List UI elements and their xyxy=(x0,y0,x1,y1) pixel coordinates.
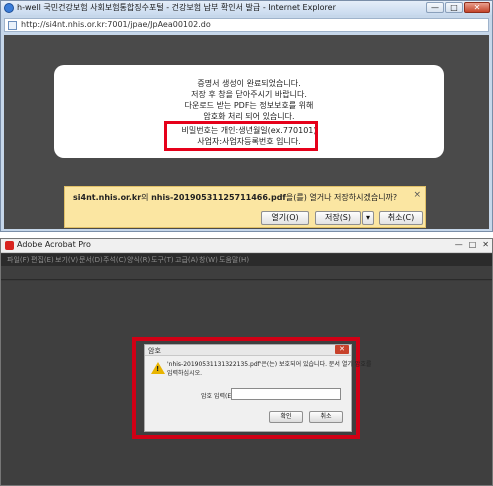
dialog-titlebar: 암호 ✕ xyxy=(145,345,351,356)
dialog-message-line: 'nhis-20190531131322135.pdf'은(는) 보호되어 있습… xyxy=(167,361,372,368)
ie-window-title: h-well 국민건강보험 사회보험통합징수포털 - 건강보험 납부 확인서 발… xyxy=(17,3,336,12)
password-dialog: 암호 ✕ ! 'nhis-20190531131322135.pdf'은(는) … xyxy=(144,344,372,432)
close-button[interactable]: ✕ xyxy=(482,240,489,249)
menu-bar: 파일(F) 편집(E) 보기(V) 문서(D) 주석(C) 양식(R) 도구(T… xyxy=(1,254,492,266)
download-host: si4nt.nhis.or.kr xyxy=(73,193,142,202)
menu-item-edit[interactable]: 편집(E) xyxy=(31,255,54,265)
menu-item-help[interactable]: 도움말(H) xyxy=(219,255,249,265)
menu-item-forms[interactable]: 양식(R) xyxy=(127,255,150,265)
address-url[interactable]: http://si4nt.nhis.or.kr:7001/jpae/JpAea0… xyxy=(21,20,211,29)
ie-logo-icon xyxy=(4,3,14,13)
message-line: 저장 후 창을 닫아주시기 바랍니다. xyxy=(191,90,307,99)
maximize-button[interactable]: □ xyxy=(469,240,477,249)
download-prompt: si4nt.nhis.or.kr의 nhis-20190531125711466… xyxy=(73,192,397,203)
menu-item-file[interactable]: 파일(F) xyxy=(7,255,29,265)
ie-page-content: 증명서 생성이 완료되었습니다. 저장 후 창을 닫아주시기 바랍니다. 다운로… xyxy=(4,35,489,229)
acrobat-window: Adobe Acrobat Pro — □ ✕ 파일(F) 편집(E) 보기(V… xyxy=(0,238,493,486)
password-input[interactable] xyxy=(231,388,341,400)
open-button[interactable]: 열기(O) xyxy=(261,211,309,225)
message-line: 다운로드 받는 PDF는 정보보호를 위해 xyxy=(184,101,314,110)
save-button[interactable]: 저장(S) xyxy=(315,211,361,225)
close-icon[interactable]: ✕ xyxy=(335,345,349,354)
dialog-message: 'nhis-20190531131322135.pdf'은(는) 보호되어 있습… xyxy=(167,360,372,378)
ie-window: h-well 국민건강보험 사회보험통합징수포털 - 건강보험 납부 확인서 발… xyxy=(0,0,493,232)
message-line: 증명서 생성이 완료되었습니다. xyxy=(197,79,301,88)
dialog-message-line: 입력하십시오. xyxy=(167,370,203,377)
ie-window-controls: — □ ✕ xyxy=(426,2,490,13)
download-connector: 의 xyxy=(141,193,152,202)
menu-item-window[interactable]: 창(W) xyxy=(199,255,218,265)
download-filename: nhis-20190531125711466.pdf xyxy=(151,193,286,202)
address-bar[interactable]: http://si4nt.nhis.or.kr:7001/jpae/JpAea0… xyxy=(4,18,489,32)
dialog-title: 암호 xyxy=(148,347,161,355)
warning-mark: ! xyxy=(156,365,160,373)
acrobat-window-title: Adobe Acrobat Pro xyxy=(17,240,91,249)
minimize-button[interactable]: — xyxy=(426,2,444,13)
minimize-button[interactable]: — xyxy=(455,240,463,249)
menu-item-comment[interactable]: 주석(C) xyxy=(103,255,126,265)
cancel-button[interactable]: 취소 xyxy=(309,411,343,423)
toolbar xyxy=(1,266,492,280)
message-box: 증명서 생성이 완료되었습니다. 저장 후 창을 닫아주시기 바랍니다. 다운로… xyxy=(54,65,444,158)
highlight-box xyxy=(164,121,318,151)
page-icon xyxy=(8,21,17,30)
cancel-button[interactable]: 취소(C) xyxy=(379,211,423,225)
chevron-down-icon[interactable]: ▾ xyxy=(362,211,374,225)
acrobat-window-controls: — □ ✕ xyxy=(455,240,489,249)
ok-button[interactable]: 확인 xyxy=(269,411,303,423)
maximize-button[interactable]: □ xyxy=(445,2,463,13)
menu-item-tools[interactable]: 도구(T) xyxy=(151,255,174,265)
close-icon[interactable]: × xyxy=(413,190,421,200)
download-notification-bar: si4nt.nhis.or.kr의 nhis-20190531125711466… xyxy=(64,186,426,228)
menu-item-view[interactable]: 보기(V) xyxy=(55,255,78,265)
acrobat-logo-icon xyxy=(5,241,14,250)
download-question: 을(를) 열거나 저장하시겠습니까? xyxy=(285,193,398,202)
close-button[interactable]: ✕ xyxy=(464,2,490,13)
menu-item-document[interactable]: 문서(D) xyxy=(79,255,103,265)
ie-titlebar: h-well 국민건강보험 사회보험통합징수포털 - 건강보험 납부 확인서 발… xyxy=(1,1,492,15)
acrobat-titlebar: Adobe Acrobat Pro — □ ✕ xyxy=(1,239,492,253)
menu-item-advanced[interactable]: 고급(A) xyxy=(175,255,198,265)
